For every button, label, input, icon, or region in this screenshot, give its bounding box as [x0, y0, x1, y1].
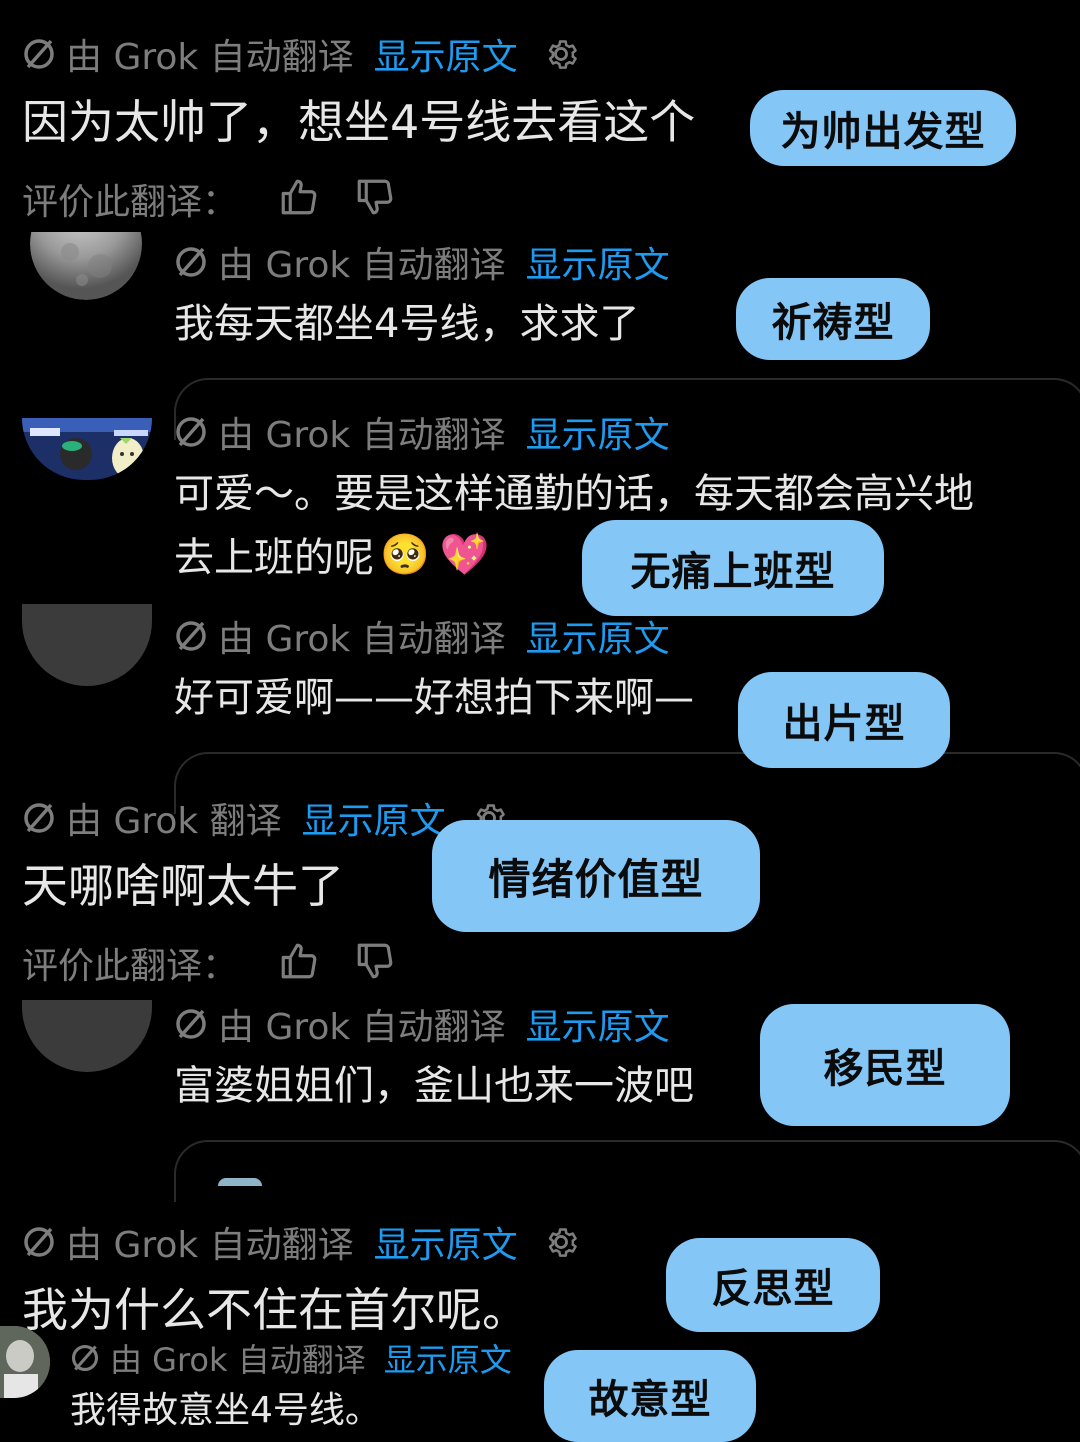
- category-tag: 移民型: [760, 1004, 1010, 1126]
- auto-translate-label: 由 Grok 自动翻译: [66, 37, 354, 78]
- translate-slash-icon: [70, 1343, 100, 1373]
- category-tag: 故意型: [544, 1350, 756, 1442]
- rate-translation-row: 评价此翻译：: [22, 938, 396, 988]
- auto-translate-label: 由 Grok 自动翻译: [218, 1007, 506, 1048]
- translation-meta-row: 由 Grok 自动翻译 显示原文: [174, 614, 670, 660]
- show-original-link[interactable]: 显示原文: [526, 610, 670, 662]
- avatar-placeholder[interactable]: [22, 1000, 152, 1072]
- show-original-link[interactable]: 显示原文: [374, 28, 518, 80]
- translate-slash-icon: [22, 801, 56, 835]
- translation-meta-row: 由 Grok 自动翻译 显示原文: [174, 410, 670, 456]
- thumbs-up-icon[interactable]: [278, 176, 320, 222]
- translate-label: 由 Grok 翻译: [66, 801, 282, 842]
- comment-text: 富婆姐姐们，釜山也来一波吧: [174, 1063, 694, 1109]
- auto-translate-label: 由 Grok 自动翻译: [110, 1341, 366, 1379]
- translate-slash-icon: [174, 1007, 208, 1041]
- show-original-link[interactable]: 显示原文: [374, 1216, 518, 1268]
- category-tag: 出片型: [738, 672, 950, 768]
- comment-text-line1: 可爱～。要是这样通勤的话，每天都会高兴地: [174, 471, 974, 517]
- translation-meta-row: 由 Grok 自动翻译 显示原文: [22, 1220, 580, 1266]
- rate-translation-label: 评价此翻译：: [22, 946, 239, 987]
- translate-slash-icon: [174, 619, 208, 653]
- comment-text-line2-row: 去上班的呢 🥺 💖: [174, 526, 490, 582]
- rate-translation-row: 评价此翻译：: [22, 174, 396, 224]
- translate-slash-icon: [174, 415, 208, 449]
- translation-meta-row: 由 Grok 自动翻译 显示原文: [174, 1002, 670, 1048]
- translation-meta-row: 由 Grok 翻译 显示原文: [22, 796, 508, 842]
- translation-meta-row: 由 Grok 自动翻译 显示原文: [22, 32, 580, 78]
- auto-translate-label: 由 Grok 自动翻译: [218, 245, 506, 286]
- reply-card-outline: [174, 1140, 1080, 1202]
- translation-meta-row: 由 Grok 自动翻译 显示原文: [70, 1335, 512, 1381]
- pleading-face-emoji: 🥺: [380, 531, 430, 578]
- avatar-moon[interactable]: [30, 232, 142, 300]
- sparkling-heart-emoji: 💖: [439, 531, 490, 578]
- auto-translate-label: 由 Grok 自动翻译: [66, 1225, 354, 1266]
- show-original-link[interactable]: 显示原文: [526, 236, 670, 288]
- translate-slash-icon: [174, 245, 208, 279]
- show-original-link[interactable]: 显示原文: [526, 406, 670, 458]
- category-tag: 祈祷型: [736, 278, 930, 360]
- comment-text: 我得故意坐4号线。: [70, 1390, 381, 1431]
- translate-slash-icon: [22, 37, 56, 71]
- gear-icon[interactable]: [542, 35, 580, 73]
- gear-icon[interactable]: [542, 1223, 580, 1261]
- comment-text: 我每天都坐4号线，求求了: [174, 301, 640, 347]
- show-original-link[interactable]: 显示原文: [384, 1335, 512, 1381]
- comment-text-line2: 去上班的呢: [174, 535, 374, 581]
- avatar-photo[interactable]: [22, 418, 152, 480]
- comment-text: 天哪啥啊太牛了: [22, 859, 344, 913]
- comment-text: 好可爱啊——好想拍下来啊—: [174, 675, 694, 721]
- show-original-link[interactable]: 显示原文: [302, 792, 446, 844]
- auto-translate-label: 由 Grok 自动翻译: [218, 619, 506, 660]
- thumbs-up-icon[interactable]: [278, 940, 320, 986]
- thumbs-down-icon[interactable]: [354, 176, 396, 222]
- show-original-link[interactable]: 显示原文: [526, 998, 670, 1050]
- avatar-placeholder[interactable]: [22, 604, 152, 686]
- avatar-partial[interactable]: [218, 1178, 262, 1186]
- category-tag: 反思型: [666, 1238, 880, 1332]
- category-tag: 无痛上班型: [582, 520, 884, 616]
- thumbs-down-icon[interactable]: [354, 940, 396, 986]
- category-tag: 为帅出发型: [750, 90, 1016, 166]
- category-tag: 情绪价值型: [432, 820, 760, 932]
- translation-meta-row: 由 Grok 自动翻译 显示原文: [174, 240, 670, 286]
- translate-slash-icon: [22, 1225, 56, 1259]
- rate-translation-label: 评价此翻译：: [22, 182, 239, 223]
- auto-translate-label: 由 Grok 自动翻译: [218, 415, 506, 456]
- comment-text: 因为太帅了，想坐4号线去看这个: [22, 95, 696, 149]
- comment-text: 我为什么不住在首尔呢。: [22, 1283, 528, 1337]
